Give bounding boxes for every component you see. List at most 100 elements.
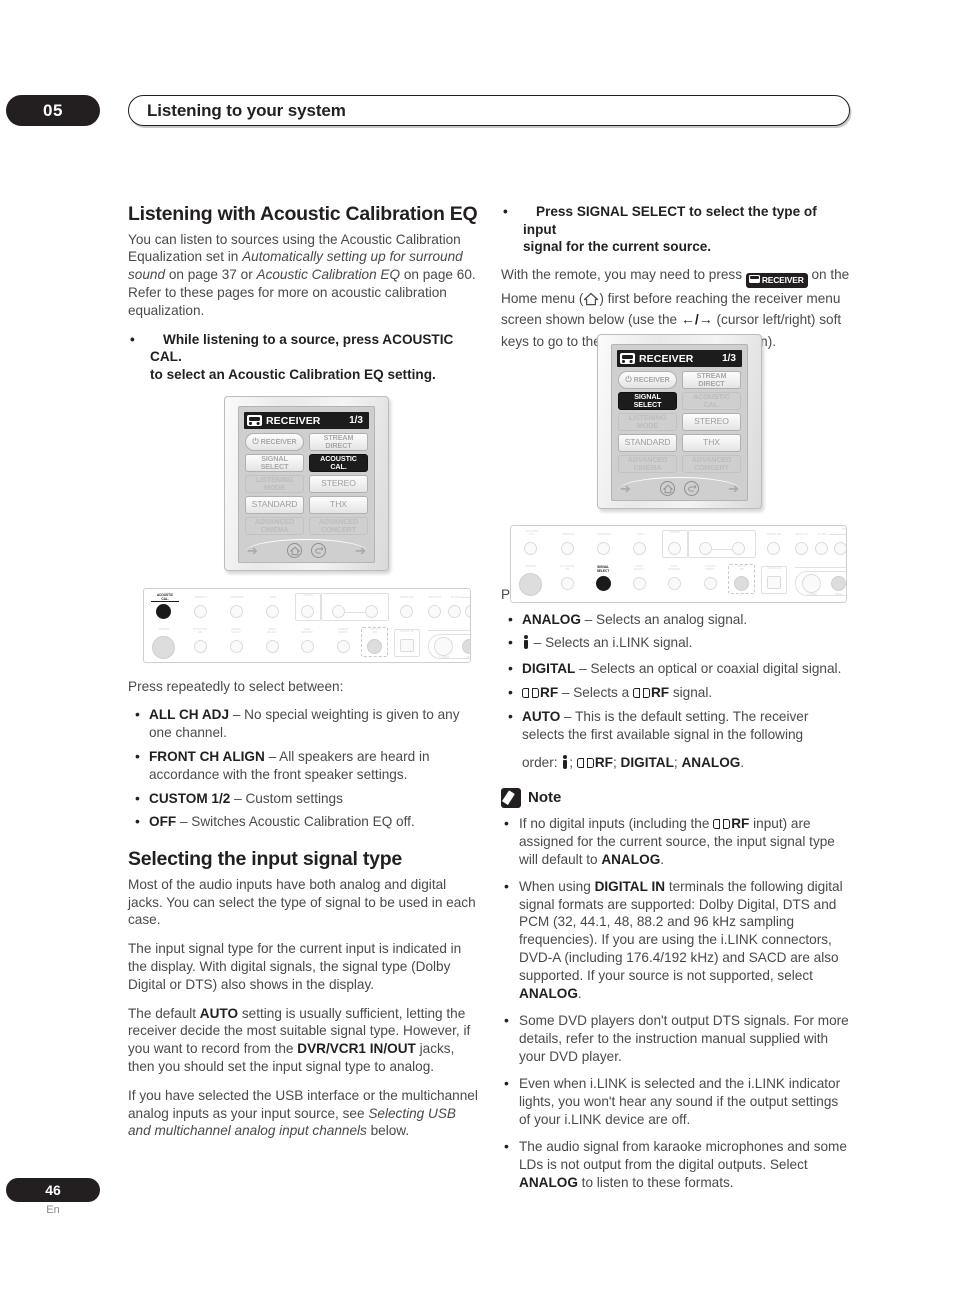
softkey-listening-mode[interactable]: LISTENING MODE bbox=[245, 475, 304, 493]
panel-jack-phones[interactable] bbox=[519, 573, 542, 596]
softkey-stereo[interactable]: STEREO bbox=[682, 413, 741, 431]
panel-knob-tape-monitor[interactable] bbox=[301, 640, 314, 653]
home-button[interactable] bbox=[287, 543, 302, 558]
panel-knob-vol-down[interactable] bbox=[699, 542, 712, 555]
panel-jack-setup-mic[interactable] bbox=[367, 639, 382, 654]
input-signal-paragraph-3: The default AUTO setting is usually suff… bbox=[128, 1005, 480, 1076]
softkey-stream-direct[interactable]: STREAM DIRECT bbox=[682, 371, 741, 389]
eq-option-desc: – Custom settings bbox=[230, 790, 343, 806]
softkey-standard[interactable]: STANDARD bbox=[245, 496, 304, 514]
panel-knob-input-att[interactable] bbox=[795, 542, 808, 555]
panel-knob-stream-direct[interactable] bbox=[337, 640, 350, 653]
panel-jack-s-video[interactable] bbox=[434, 637, 453, 656]
panel-knob-tape-monitor[interactable] bbox=[668, 577, 681, 590]
list-item: If no digital inputs (including the RF i… bbox=[501, 814, 853, 869]
softkey-thx[interactable]: THX bbox=[682, 434, 741, 452]
panel-knob-station-down[interactable] bbox=[465, 605, 470, 618]
panel-knob-vol-up[interactable] bbox=[732, 542, 745, 555]
remote-text-a: With the remote, you may need to press bbox=[501, 267, 746, 283]
softkey-receiver[interactable]: ⏻ RECEIVER bbox=[618, 371, 677, 389]
panel-knob-acoustic-cal[interactable] bbox=[524, 542, 537, 555]
signal-option-term: AUTO bbox=[522, 708, 561, 724]
panel-knob-midnight[interactable] bbox=[194, 605, 207, 618]
soft-arrow-left-icon[interactable]: ➔ bbox=[247, 543, 258, 559]
softkey-standard[interactable]: STANDARD bbox=[618, 434, 677, 452]
back-button[interactable] bbox=[684, 481, 699, 496]
softkey-listening-mode[interactable]: LISTENING MODE bbox=[618, 413, 677, 431]
softkey-acoustic-cal[interactable]: ACOUSTIC CAL. bbox=[309, 454, 368, 472]
softkey-thx[interactable]: THX bbox=[309, 496, 368, 514]
panel-knob-video-select[interactable] bbox=[266, 640, 279, 653]
softkey-label: STANDARD bbox=[251, 499, 298, 510]
panel-knob-class[interactable] bbox=[815, 542, 828, 555]
note-text-d: . bbox=[660, 851, 665, 867]
panel-jack-phones[interactable] bbox=[152, 636, 175, 659]
dolby-digital-icon bbox=[713, 818, 731, 829]
softkey-advanced-concert[interactable]: ADVANCED CONCERT bbox=[309, 517, 368, 535]
receiver-chip-icon: RECEIVER bbox=[745, 273, 808, 289]
panel-knob-sp-system[interactable] bbox=[194, 640, 207, 653]
panel-knob-loudness[interactable] bbox=[597, 542, 610, 555]
panel-knob-video-select[interactable] bbox=[633, 577, 646, 590]
panel-jack-video[interactable] bbox=[462, 639, 470, 654]
panel-label-s-video: S-VIDEO bbox=[438, 656, 450, 659]
home-button[interactable] bbox=[660, 481, 675, 496]
soft-arrow-left-icon[interactable]: ➔ bbox=[620, 481, 631, 497]
signal-option-term: DIGITAL bbox=[522, 661, 576, 677]
panel-knob-acoustic-cal[interactable] bbox=[156, 604, 171, 619]
softkey-label: STEREO bbox=[321, 478, 356, 489]
section-heading-acoustic-calibration: Listening with Acoustic Calibration EQ bbox=[128, 203, 478, 225]
remote-lcd-header: RECEIVER 1/3 bbox=[617, 350, 742, 367]
panel-label-digital-nr: DIGITAL NR bbox=[399, 596, 415, 599]
press-repeatedly-eq: Press repeatedly to select between: bbox=[128, 678, 344, 694]
softkey-signal-select[interactable]: SIGNAL SELECT bbox=[245, 454, 304, 472]
softkey-stream-direct[interactable]: STREAM DIRECT bbox=[309, 433, 368, 451]
notes-list: If no digital inputs (including the RF i… bbox=[501, 814, 853, 1192]
panel-knob-sp-system[interactable] bbox=[561, 577, 574, 590]
panel-knob-class[interactable] bbox=[448, 605, 461, 618]
softkey-stereo[interactable]: STEREO bbox=[309, 475, 368, 493]
panel-knob-input-att[interactable] bbox=[428, 605, 441, 618]
panel-knob-tone[interactable] bbox=[266, 605, 279, 618]
softkey-signal-select[interactable]: SIGNAL SELECT bbox=[618, 392, 677, 410]
softkey-label2: SELECT bbox=[633, 400, 662, 409]
softkey-receiver[interactable]: ⏻ RECEIVER bbox=[245, 433, 304, 451]
softkey-advanced-cinema[interactable]: ADVANCED CINEMA bbox=[245, 517, 304, 535]
panel-knob-midnight[interactable] bbox=[561, 542, 574, 555]
chip-device-glyph bbox=[748, 274, 760, 283]
panel-knob-vol-up[interactable] bbox=[365, 605, 378, 618]
panel-label-setup-mic: SET UP MIC bbox=[737, 565, 747, 571]
section-heading-input-signal-type: Selecting the input signal type bbox=[128, 848, 402, 871]
softkey-advanced-concert[interactable]: ADVANCED CONCERT bbox=[682, 455, 741, 473]
panel-knob-stream-direct[interactable] bbox=[704, 577, 717, 590]
panel-knob-station-down[interactable] bbox=[834, 542, 846, 555]
softkey-label2: DIRECT bbox=[698, 379, 725, 388]
panel-knob-signal-select[interactable] bbox=[230, 640, 243, 653]
panel-jack-setup-mic[interactable] bbox=[734, 576, 749, 591]
panel-knob-option[interactable] bbox=[301, 605, 314, 618]
power-icon: ⏻ bbox=[625, 374, 632, 384]
back-button[interactable] bbox=[311, 543, 326, 558]
panel-knob-vol-down[interactable] bbox=[332, 605, 345, 618]
panel-knob-digital-nr[interactable] bbox=[767, 542, 780, 555]
softkey-advanced-cinema[interactable]: ADVANCED CINEMA bbox=[618, 455, 677, 473]
panel-knob-digital-nr[interactable] bbox=[400, 605, 413, 618]
panel-jack-digital-in[interactable] bbox=[767, 576, 781, 589]
panel-label-setup-mic: SET UP MIC bbox=[370, 628, 380, 634]
panel-label-minus: – bbox=[705, 531, 707, 534]
panel-knob-signal-select[interactable] bbox=[596, 576, 611, 591]
list-item: RF – Selects a RF signal. bbox=[501, 683, 853, 702]
softkey-label2: CINEMA bbox=[260, 525, 289, 534]
soft-arrow-right-icon[interactable]: ➔ bbox=[728, 481, 739, 497]
panel-jack-digital-in[interactable] bbox=[400, 639, 414, 652]
panel-knob-tone[interactable] bbox=[633, 542, 646, 555]
soft-arrow-right-icon[interactable]: ➔ bbox=[355, 543, 366, 559]
auto-order-sep-2: ; bbox=[612, 755, 621, 771]
panel-knob-loudness[interactable] bbox=[230, 605, 243, 618]
panel-jack-s-video[interactable] bbox=[802, 574, 821, 593]
lcd-title: RECEIVER bbox=[266, 414, 321, 427]
panel-label-stream-direct: STREAM DIRECT bbox=[337, 628, 349, 634]
softkey-acoustic-cal[interactable]: ACOUSTIC CAL. bbox=[682, 392, 741, 410]
panel-knob-option[interactable] bbox=[668, 542, 681, 555]
panel-jack-video[interactable] bbox=[831, 576, 846, 591]
